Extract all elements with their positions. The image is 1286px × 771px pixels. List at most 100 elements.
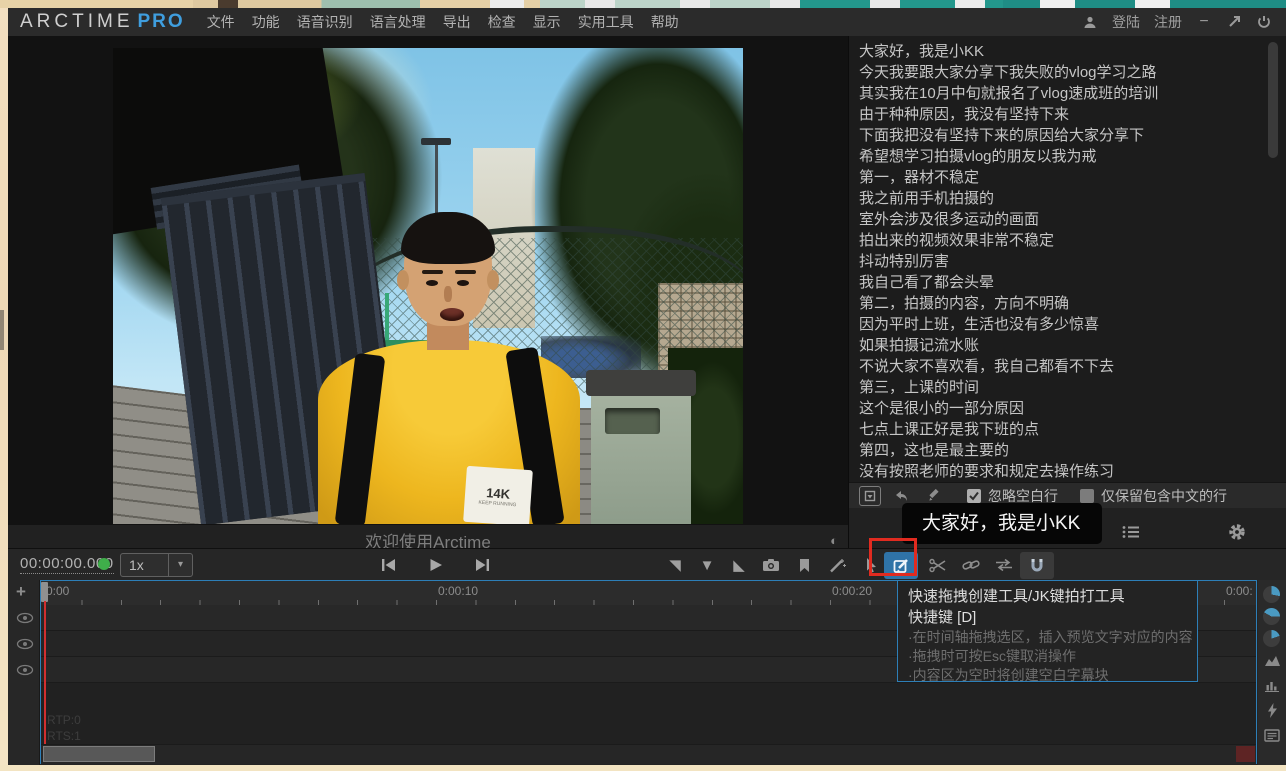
menu-utilities[interactable]: 实用工具	[578, 12, 634, 32]
subtitle-line[interactable]: 由于种种原因，我没有坚持下来	[859, 104, 1264, 125]
ignore-blank-lines-checkbox[interactable]	[967, 489, 981, 503]
magic-wand-button[interactable]	[824, 553, 850, 577]
subtitle-line[interactable]: 没有按照老师的要求和规定去操作练习	[859, 461, 1264, 482]
desktop-thumbnail	[870, 0, 900, 8]
camera-icon	[762, 558, 780, 572]
subtitle-line[interactable]: 其实我在10月中旬就报名了vlog速成班的培训	[859, 83, 1264, 104]
chinese-only-checkbox[interactable]	[1080, 489, 1094, 503]
login-link[interactable]: 登陆	[1112, 12, 1140, 32]
ruler-label: 0:00:10	[438, 584, 478, 598]
subtitle-line[interactable]: 第二，拍摄的内容，方向不明确	[859, 293, 1264, 314]
subtitle-line[interactable]: 七点上课正好是我下班的点	[859, 419, 1264, 440]
pie-meter-icon[interactable]	[1263, 586, 1280, 603]
pie-meter-icon[interactable]	[1263, 630, 1280, 647]
gear-icon	[1228, 523, 1246, 541]
video-race-bib: 14KKEEP RUNNING	[463, 466, 533, 524]
subtitle-line[interactable]: 这个是很小的一部分原因	[859, 398, 1264, 419]
pie-meter-icon[interactable]	[1263, 608, 1280, 625]
bib-text: 14K	[486, 485, 511, 502]
move-subtitle-button[interactable]: ▼	[694, 553, 720, 577]
tool-tooltip-title: 快速拖拽创建工具/JK键拍打工具	[908, 586, 1187, 607]
desktop-thumbnail	[1135, 0, 1170, 8]
timeline-end-marker	[1236, 746, 1255, 762]
app-logo: ARCTIME PRO	[20, 11, 185, 33]
spectrum-view-button[interactable]	[1263, 677, 1281, 693]
title-bar-right: 登陆 注册 −	[1082, 12, 1272, 32]
playhead-handle[interactable]	[41, 582, 48, 602]
subtitle-text-panel: 大家好，我是小KK 今天我要跟大家分享下我失败的vlog学习之路 其实我在10月…	[848, 36, 1286, 556]
subtitle-line[interactable]: 抖动特别厉害	[859, 251, 1264, 272]
snap-magnet-toggle[interactable]	[1020, 552, 1054, 579]
link-tool-button[interactable]	[958, 553, 984, 577]
subtitle-line[interactable]: 因为平时上班，生活也没有多少惊喜	[859, 314, 1264, 335]
menu-file[interactable]: 文件	[207, 12, 235, 32]
quick-action-button[interactable]	[1263, 702, 1281, 718]
subtitle-visibility-icon[interactable]: ◐	[830, 533, 838, 548]
waveform-view-button[interactable]	[1263, 652, 1281, 668]
subtitle-line[interactable]: 大家好，我是小KK	[859, 41, 1264, 62]
insert-selection-button[interactable]	[859, 486, 881, 506]
track-visibility-eye-icon[interactable]	[16, 663, 34, 675]
menu-check[interactable]: 检查	[488, 12, 516, 32]
cut-tool-button[interactable]	[925, 553, 951, 577]
subtitle-line[interactable]: 不说大家不喜欢看，我自己都看不下去	[859, 356, 1264, 377]
subtitle-line[interactable]: 第一，器材不稳定	[859, 167, 1264, 188]
menu-speech-recognition[interactable]: 语音识别	[297, 12, 353, 32]
set-in-point-button[interactable]: ◥	[662, 553, 688, 577]
subtitle-line[interactable]: 我之前用手机拍摄的	[859, 188, 1264, 209]
highlight-annotation-box	[869, 538, 917, 576]
play-button[interactable]	[423, 553, 449, 577]
video-man-eyebrow	[455, 270, 476, 274]
video-man-eye	[457, 280, 469, 286]
menu-export[interactable]: 导出	[443, 12, 471, 32]
speed-value: 1x	[121, 554, 168, 576]
menu-language-processing[interactable]: 语言处理	[370, 12, 426, 32]
waveform-track[interactable]	[41, 683, 1256, 745]
speed-dropdown[interactable]: 1x ▾	[120, 553, 193, 577]
register-link[interactable]: 注册	[1154, 12, 1182, 32]
skip-end-button[interactable]	[469, 553, 495, 577]
subtitle-line[interactable]: 今天我要跟大家分享下我失败的vlog学习之路	[859, 62, 1264, 83]
video-preview[interactable]: 14KKEEP RUNNING	[113, 48, 743, 524]
set-out-point-button[interactable]: ◣	[726, 553, 752, 577]
chevron-down-icon: ▾	[168, 554, 192, 576]
subtitle-line[interactable]: 室外会涉及很多运动的画面	[859, 209, 1264, 230]
swap-tool-button[interactable]	[991, 553, 1017, 577]
timeline-scrollbar[interactable]	[41, 745, 1256, 764]
tab-settings[interactable]	[1217, 516, 1257, 548]
tab-subtitle-list[interactable]	[1111, 516, 1151, 548]
subtitle-line-list: 大家好，我是小KK 今天我要跟大家分享下我失败的vlog学习之路 其实我在10月…	[859, 41, 1264, 482]
desktop-thumbnail	[218, 0, 238, 8]
properties-button[interactable]	[1263, 727, 1281, 743]
subtitle-line[interactable]: 我自己看了都会头晕	[859, 272, 1264, 293]
track-visibility-eye-icon[interactable]	[16, 611, 34, 623]
rtp-readout: RTP:0	[47, 713, 81, 727]
subtitle-line[interactable]: 下面我把没有坚持下来的原因给大家分享下	[859, 125, 1264, 146]
subtitle-line[interactable]: 第四，这也是最主要的	[859, 440, 1264, 461]
skip-start-button[interactable]	[375, 553, 401, 577]
add-track-button[interactable]: +	[16, 582, 26, 602]
bib-fineprint: KEEP RUNNING	[464, 499, 530, 510]
track-visibility-eye-icon[interactable]	[16, 637, 34, 649]
triangle-out-icon: ◣	[733, 556, 745, 574]
minimize-icon[interactable]: −	[1196, 14, 1212, 30]
menu-display[interactable]: 显示	[533, 12, 561, 32]
menu-function[interactable]: 功能	[252, 12, 280, 32]
timeline-scrollbar-thumb[interactable]	[43, 746, 155, 762]
subtitle-line[interactable]: 如果拍摄记流水账	[859, 335, 1264, 356]
bookmark-button[interactable]	[791, 553, 817, 577]
panel-scrollbar-thumb[interactable]	[1268, 42, 1278, 158]
ruler-label: 0:00:20	[832, 584, 872, 598]
subtitle-line[interactable]: 拍出来的视频效果非常不稳定	[859, 230, 1264, 251]
power-icon[interactable]	[1256, 14, 1272, 30]
playback-toolbar: 00:00:00.000 1x ▾ ◥ ▼ ◣	[8, 548, 1286, 580]
timeline-track-controls: +	[8, 580, 40, 765]
menu-help[interactable]: 帮助	[651, 12, 679, 32]
resize-icon[interactable]	[1226, 14, 1242, 30]
snapshot-button[interactable]	[758, 553, 784, 577]
subtitle-line[interactable]: 第三，上课的时间	[859, 377, 1264, 398]
bar-chart-icon	[1264, 679, 1280, 692]
desktop-thumbnail	[680, 0, 710, 8]
triangle-down-icon: ▼	[700, 557, 715, 574]
subtitle-line[interactable]: 希望想学习拍摄vlog的朋友以我为戒	[859, 146, 1264, 167]
